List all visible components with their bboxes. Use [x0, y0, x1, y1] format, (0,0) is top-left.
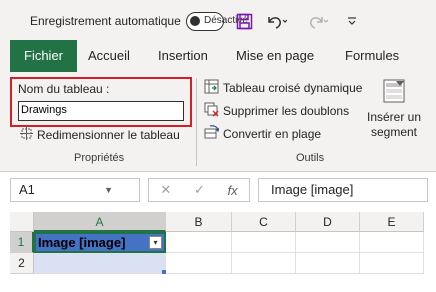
- convert-to-range-label: Convertir en plage: [223, 127, 322, 141]
- cell-c1[interactable]: [232, 232, 296, 253]
- filter-dropdown-icon[interactable]: ▾: [149, 236, 162, 249]
- column-header-e[interactable]: E: [360, 212, 424, 232]
- remove-duplicates-icon: [204, 102, 219, 120]
- tab-fichier[interactable]: Fichier: [10, 40, 78, 72]
- cell-e1[interactable]: [360, 232, 424, 253]
- slicer-label-line2: segment: [370, 125, 418, 139]
- pivot-table-label: Tableau croisé dynamique: [223, 81, 363, 95]
- formula-input[interactable]: Image [image]: [258, 178, 428, 202]
- autosave-label: Enregistrement automatique: [30, 14, 181, 28]
- remove-duplicates-button[interactable]: Supprimer les doublons: [204, 102, 349, 120]
- tab-insertion[interactable]: Insertion: [158, 40, 208, 72]
- cell-a2[interactable]: [34, 253, 166, 274]
- group-label-properties: Propriétés: [74, 152, 125, 164]
- tab-accueil[interactable]: Accueil: [88, 40, 130, 72]
- pivot-table-button[interactable]: Tableau croisé dynamique: [204, 79, 362, 97]
- cell-e2[interactable]: [360, 253, 424, 274]
- slicer-icon: [381, 79, 407, 107]
- resize-table-label: Redimensionner le tableau: [37, 128, 180, 142]
- name-box-dropdown-icon[interactable]: ▼: [104, 179, 113, 201]
- cell-a1-value: Image [image]: [38, 235, 126, 250]
- slicer-label-line1: Insérer un: [366, 110, 422, 124]
- column-header-c[interactable]: C: [232, 212, 296, 232]
- cell-b1[interactable]: [166, 232, 232, 253]
- toggle-knob: [190, 16, 200, 26]
- column-header-a[interactable]: A: [34, 212, 166, 232]
- cell-c2[interactable]: [232, 253, 296, 274]
- convert-to-range-icon: [204, 125, 220, 143]
- name-box[interactable]: A1 ▼: [10, 178, 140, 202]
- convert-to-range-button[interactable]: Convertir en plage: [204, 125, 321, 143]
- select-all-corner[interactable]: [10, 212, 34, 232]
- group-label-tools: Outils: [296, 152, 325, 164]
- formula-controls: ✕ ✓ fx: [148, 178, 250, 202]
- save-icon[interactable]: [236, 12, 253, 30]
- remove-duplicates-label: Supprimer les doublons: [223, 104, 350, 118]
- resize-table-button[interactable]: Redimensionner le tableau: [20, 127, 180, 143]
- table-name-input[interactable]: Drawings: [18, 101, 184, 121]
- cell-d2[interactable]: [296, 253, 360, 274]
- tab-formules[interactable]: Formules: [345, 40, 399, 72]
- tab-mise-en-page[interactable]: Mise en page: [236, 40, 314, 72]
- group-divider: [196, 78, 197, 166]
- row-header-1[interactable]: 1: [10, 232, 34, 253]
- insert-function-icon[interactable]: fx: [228, 183, 238, 198]
- spreadsheet-grid: A B C D E 1 2 Image [image] ▾: [0, 212, 436, 292]
- name-box-value: A1: [19, 182, 35, 197]
- ribbon-panel: Nom du tableau : Drawings Redimensionner…: [0, 72, 436, 172]
- customize-toolbar-icon[interactable]: [346, 12, 358, 30]
- cell-d1[interactable]: [296, 232, 360, 253]
- row-header-2[interactable]: 2: [10, 253, 34, 274]
- table-name-label: Nom du tableau :: [18, 82, 110, 96]
- cell-a1[interactable]: Image [image] ▾: [34, 232, 166, 253]
- pivot-table-icon: [204, 79, 219, 97]
- table-name-highlight: Nom du tableau : Drawings: [10, 77, 192, 127]
- cancel-icon[interactable]: ✕: [160, 182, 171, 198]
- enter-icon[interactable]: ✓: [194, 182, 205, 198]
- title-bar: Enregistrement automatique Désactivé: [0, 0, 436, 40]
- redo-icon[interactable]: [306, 12, 328, 30]
- insert-slicer-button[interactable]: Insérer un segment: [362, 78, 426, 140]
- column-header-d[interactable]: D: [296, 212, 360, 232]
- undo-icon[interactable]: [265, 12, 287, 30]
- resize-table-icon: [20, 127, 33, 143]
- cell-b2[interactable]: [166, 253, 232, 274]
- ribbon-tabs: Fichier Accueil Insertion Mise en page F…: [0, 40, 436, 72]
- column-header-b[interactable]: B: [166, 212, 232, 232]
- autosave-toggle[interactable]: Désactivé: [186, 12, 248, 31]
